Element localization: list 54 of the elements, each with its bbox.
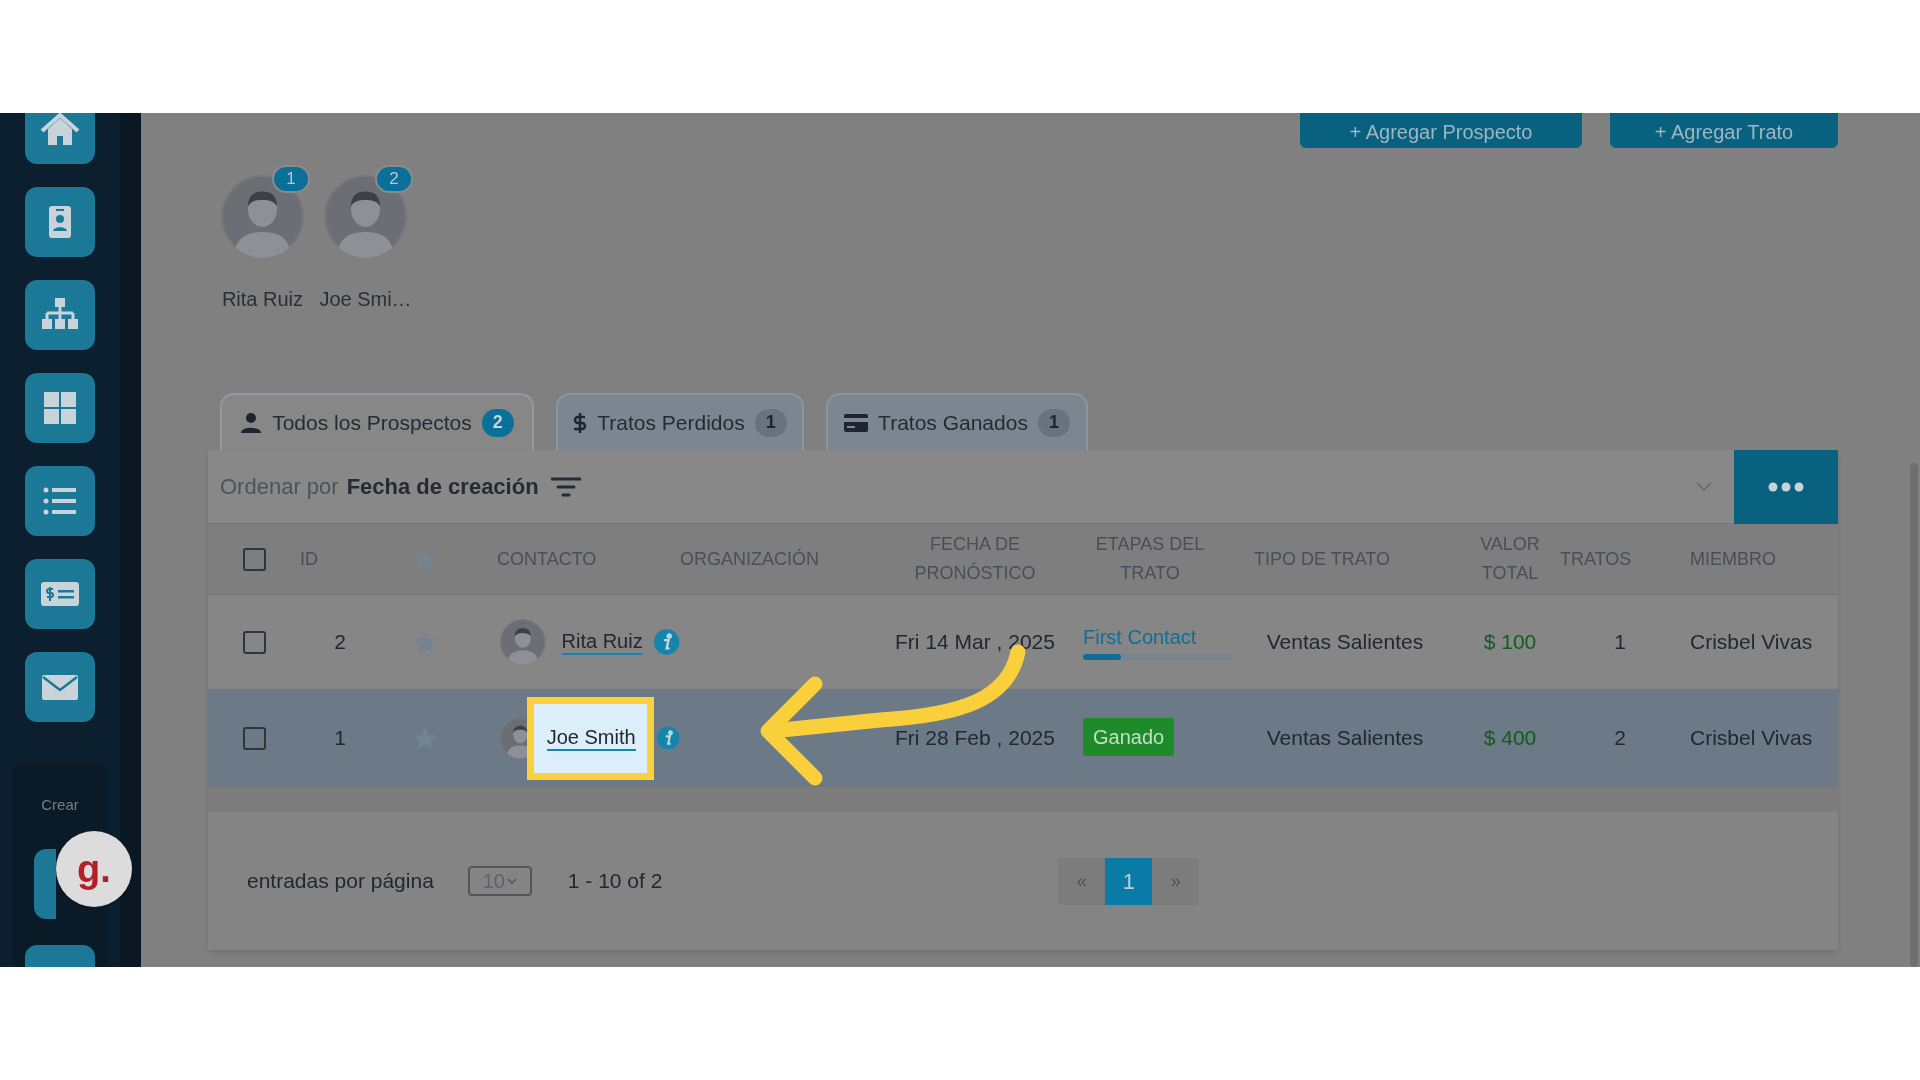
count-badge: 1 <box>272 165 310 193</box>
total-value: $ 400 <box>1483 726 1537 750</box>
ellipsis-icon <box>1768 481 1804 492</box>
sort-label: Ordenar por <box>220 473 339 501</box>
assignee-name[interactable]: Joe Smi… <box>319 284 412 314</box>
add-button[interactable]: + Agregar Trato <box>1610 113 1838 148</box>
deal-type: Ventas Salientes <box>1266 726 1424 750</box>
total-value: $ 100 <box>1483 630 1537 654</box>
filter-tab[interactable]: Tratos Ganados 1 <box>826 393 1088 450</box>
filter-tab[interactable]: Todos los Prospectos 2 <box>220 393 534 450</box>
per-page-label: entradas por página <box>247 868 434 895</box>
deals-count: 1 <box>1614 630 1626 654</box>
home-nav-button[interactable] <box>25 113 95 164</box>
range-label: 1 - 10 of 2 <box>567 868 663 895</box>
contact-link[interactable]: Joe Smith <box>546 725 636 751</box>
more-options-button[interactable] <box>1734 449 1838 524</box>
invoice-nav-button[interactable] <box>25 559 95 629</box>
id-cell: 1 <box>334 726 346 750</box>
grid-nav-button[interactable] <box>25 373 95 443</box>
contact-link[interactable]: Rita Ruiz <box>561 629 643 655</box>
list-nav-button[interactable] <box>25 466 95 536</box>
chevron-down-icon <box>506 877 517 885</box>
person-icon <box>240 411 263 434</box>
org-chart-nav-button[interactable] <box>25 280 95 350</box>
page-button[interactable]: 1 <box>1105 857 1153 905</box>
table-row[interactable]: 1 Joe Smith Fri 28 Feb , 2025 Ganado Ventas Salientes $ 400 2 Crisbel Vivas <box>208 690 1838 787</box>
scrollbar[interactable] <box>1910 463 1918 967</box>
sort-value[interactable]: Fecha de creación <box>346 470 539 503</box>
count-badge: 2 <box>375 165 413 193</box>
select-all-checkbox[interactable] <box>242 547 266 571</box>
stage-label: First Contact <box>1083 625 1198 650</box>
filter-tab[interactable]: Tratos Perdidos 1 <box>556 393 804 450</box>
add-button[interactable]: + Agregar Prospecto <box>1300 113 1582 148</box>
row-checkbox[interactable] <box>242 630 266 654</box>
forecast-date: Fri 28 Feb , 2025 <box>895 726 1055 750</box>
forecast-date: Fri 14 Mar , 2025 <box>895 630 1055 654</box>
member-name: Crisbel Vivas <box>1690 726 1813 750</box>
credit-card-icon <box>844 413 869 432</box>
create-section-label: Crear <box>41 795 79 815</box>
stage-badge: Ganado <box>1083 717 1175 756</box>
assignee-name[interactable]: Rita Ruiz <box>221 284 304 314</box>
filter-icon[interactable] <box>550 475 581 498</box>
contact-card-nav-button[interactable] <box>25 187 95 257</box>
create-nav-button[interactable] <box>33 848 56 919</box>
info-icon[interactable] <box>652 627 680 657</box>
row-checkbox[interactable] <box>242 726 266 750</box>
member-name: Crisbel Vivas <box>1690 630 1813 654</box>
deals-count: 2 <box>1614 726 1626 750</box>
table-row[interactable]: 2 Rita Ruiz Fri 14 Mar , 2025 First Contact Ventas Salientes $ 100 1 Crisbel Vivas <box>208 595 1838 690</box>
deal-type: Ventas Salientes <box>1266 630 1424 654</box>
id-cell: 2 <box>334 630 346 654</box>
mail-nav-button[interactable] <box>25 652 95 722</box>
dollar-icon <box>573 411 588 434</box>
avatar <box>500 617 546 667</box>
